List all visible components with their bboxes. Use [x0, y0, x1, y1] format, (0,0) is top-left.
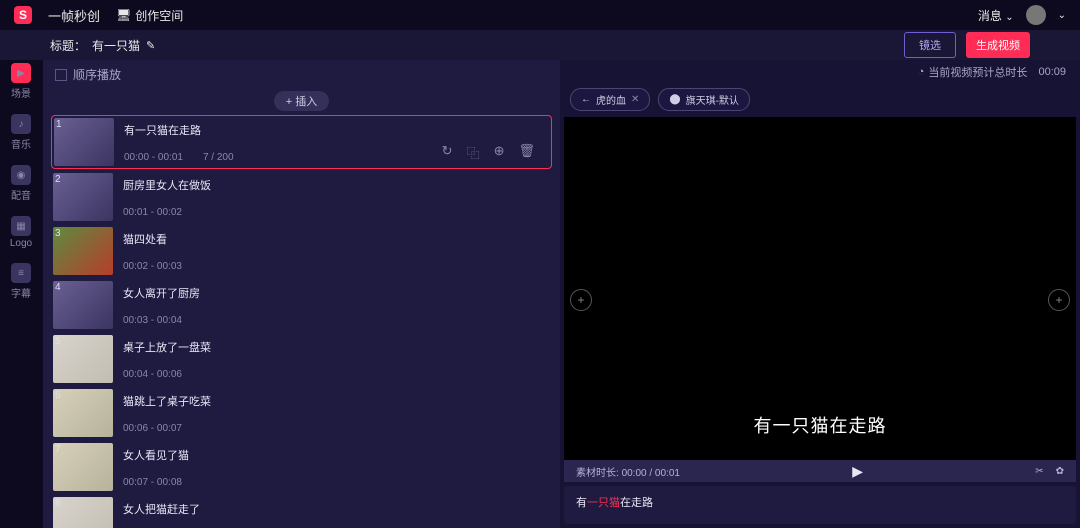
- scene-meta: 00:03 - 00:04: [123, 315, 546, 326]
- scene-number: 7: [55, 444, 61, 455]
- video-preview[interactable]: + + 有一只猫在走路: [564, 117, 1076, 460]
- chevron-down-icon[interactable]: ⌄: [1058, 10, 1066, 21]
- scene-title: 厨房里女人在做饭: [123, 177, 546, 193]
- scene-meta: 00:04 - 00:06: [123, 369, 546, 380]
- scene-thumbnail[interactable]: 2: [53, 173, 113, 221]
- nav-voice[interactable]: ◉配音: [11, 165, 31, 202]
- scene-number: 1: [56, 119, 62, 130]
- clone-button[interactable]: 镜选: [904, 32, 956, 58]
- music-icon: ♪: [11, 114, 31, 134]
- scene-item[interactable]: 3 猫四处看 00:02 - 00:03: [51, 225, 552, 277]
- scene-thumbnail[interactable]: 7: [53, 443, 113, 491]
- content: ▶场景 ♪音乐 ◉配音 ▦Logo ≡字幕 顺序播放 + 插入 1 有一只猫在走路…: [0, 60, 1080, 528]
- scene-thumbnail[interactable]: 6: [53, 389, 113, 437]
- scene-title: 女人把猫赶走了: [123, 501, 546, 517]
- scene-number: 4: [55, 282, 61, 293]
- scene-list: 1有一只猫在走路00:00 - 00:017 / 200↻⿻⊕🗑2厨房里女人在做…: [43, 115, 560, 528]
- brand-name: 一帧秒创: [48, 6, 100, 25]
- scene-title: 猫跳上了桌子吃菜: [123, 393, 546, 409]
- tag[interactable]: ←虎的血✕: [570, 88, 650, 111]
- topbar-right: 消息 ⌄ ⌄: [978, 5, 1066, 25]
- chevron-down-icon: ⌄: [1005, 12, 1013, 23]
- tag-row: ←虎的血✕ ⬤旗天琪-默认: [560, 84, 1080, 117]
- close-icon[interactable]: ✕: [631, 94, 639, 105]
- logo-icon: S: [14, 6, 32, 24]
- nav-subtitle[interactable]: ≡字幕: [11, 263, 31, 300]
- title-row: 标题： 有一只猫 ✎: [50, 37, 155, 54]
- scene-item[interactable]: 7 女人看见了猫 00:07 - 00:08: [51, 441, 552, 493]
- scene-meta: 00:02 - 00:03: [123, 261, 546, 272]
- scene-item[interactable]: 1有一只猫在走路00:00 - 00:017 / 200↻⿻⊕🗑: [51, 115, 552, 169]
- subheader: 标题： 有一只猫 ✎ 镜选 生成视频: [0, 30, 1080, 60]
- monitor-icon: 🖥: [116, 8, 131, 22]
- scene-number: 6: [55, 390, 61, 401]
- scene-number: 2: [55, 174, 61, 185]
- scene-item[interactable]: 6 猫跳上了桌子吃菜 00:06 - 00:07: [51, 387, 552, 439]
- scene-title: 猫四处看: [123, 231, 546, 247]
- scene-thumbnail[interactable]: 5: [53, 335, 113, 383]
- scene-item[interactable]: 4 女人离开了厨房 00:03 - 00:04: [51, 279, 552, 331]
- title-label: 标题：: [50, 37, 86, 54]
- scene-item[interactable]: 8 女人把猫赶走了: [51, 495, 552, 528]
- workspace-label: 创作空间: [135, 7, 183, 24]
- messages-link[interactable]: 消息 ⌄: [978, 7, 1014, 24]
- tag[interactable]: ⬤旗天琪-默认: [658, 88, 750, 111]
- refresh-icon[interactable]: ↻: [442, 143, 453, 162]
- scene-thumbnail[interactable]: 4: [53, 281, 113, 329]
- generate-video-button[interactable]: 生成视频: [966, 32, 1030, 58]
- scene-thumbnail[interactable]: 1: [54, 118, 114, 166]
- scene-title: 女人离开了厨房: [123, 285, 546, 301]
- topbar: S 一帧秒创 🖥 创作空间 消息 ⌄ ⌄: [0, 0, 1080, 30]
- next-scene-button[interactable]: +: [1048, 289, 1070, 311]
- edit-title-icon[interactable]: ✎: [146, 39, 155, 52]
- caption-editor[interactable]: 有一只猫在走路: [564, 486, 1076, 524]
- scene-title: 桌子上放了一盘菜: [123, 339, 546, 355]
- timeline-duration: 素材时长: 00:00 / 00:01: [576, 464, 680, 479]
- delete-icon[interactable]: 🗑: [518, 143, 535, 162]
- preview-panel: ◔ 当前视频预计总时长 00:09 ←虎的血✕ ⬤旗天琪-默认 + + 有一只猫在…: [560, 60, 1080, 528]
- scene-number: 5: [55, 336, 61, 347]
- scene-item[interactable]: 2 厨房里女人在做饭 00:01 - 00:02: [51, 171, 552, 223]
- image-icon: ▦: [11, 216, 31, 236]
- scene-title: 有一只猫在走路: [124, 122, 545, 138]
- mid-top: 顺序播放: [43, 60, 560, 89]
- scene-item[interactable]: 5 桌子上放了一盘菜 00:04 - 00:06: [51, 333, 552, 385]
- nav-music[interactable]: ♪音乐: [11, 114, 31, 151]
- text-icon: ≡: [11, 263, 31, 283]
- timeline: 素材时长: 00:00 / 00:01 ▶ ✂ ✿: [564, 460, 1076, 482]
- left-nav: ▶场景 ♪音乐 ◉配音 ▦Logo ≡字幕: [0, 60, 42, 528]
- nav-logo[interactable]: ▦Logo: [10, 216, 32, 249]
- play-icon: ▶: [11, 63, 31, 83]
- scene-meta: 00:06 - 00:07: [123, 423, 546, 434]
- scene-meta: 00:07 - 00:08: [123, 477, 546, 488]
- clock-icon: ◔: [918, 66, 925, 78]
- nav-scene[interactable]: ▶场景: [11, 63, 31, 100]
- avatar[interactable]: [1026, 5, 1046, 25]
- title-value: 有一只猫: [92, 37, 140, 54]
- prev-scene-button[interactable]: +: [570, 289, 592, 311]
- scene-thumbnail[interactable]: 3: [53, 227, 113, 275]
- settings-icon[interactable]: ✿: [1056, 466, 1064, 477]
- subheader-right: 镜选 生成视频: [904, 32, 1030, 58]
- mic-icon: ◉: [11, 165, 31, 185]
- scene-panel: 顺序播放 + 插入 1有一只猫在走路00:00 - 00:017 / 200↻⿻…: [42, 60, 560, 528]
- cut-icon[interactable]: ✂: [1035, 466, 1043, 477]
- copy-icon[interactable]: ⿻: [467, 143, 480, 162]
- insert-bar: + 插入: [43, 89, 560, 115]
- sequential-checkbox[interactable]: [55, 69, 67, 81]
- scene-number: 3: [55, 228, 61, 239]
- workspace-link[interactable]: 🖥 创作空间: [116, 7, 183, 24]
- scene-title: 女人看见了猫: [123, 447, 546, 463]
- add-icon[interactable]: ⊕: [494, 143, 505, 162]
- topbar-left: S 一帧秒创 🖥 创作空间: [14, 6, 183, 25]
- duration-info: ◔ 当前视频预计总时长 00:09: [560, 60, 1080, 84]
- play-button[interactable]: ▶: [852, 463, 863, 480]
- scene-thumbnail[interactable]: 8: [53, 497, 113, 528]
- preview-subtitle: 有一只猫在走路: [754, 412, 887, 460]
- insert-button[interactable]: + 插入: [274, 91, 329, 111]
- sequential-label: 顺序播放: [73, 66, 121, 83]
- scene-meta: 00:01 - 00:02: [123, 207, 546, 218]
- scene-number: 8: [55, 498, 61, 509]
